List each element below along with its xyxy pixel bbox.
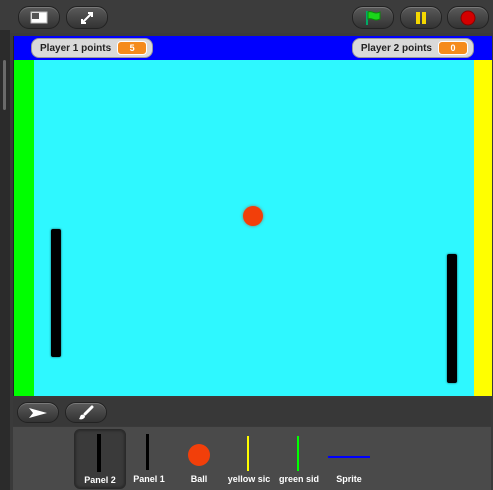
arrow-tool-icon (29, 407, 47, 418)
green-flag-icon (366, 10, 381, 25)
sprite-name: Sprite (336, 474, 362, 484)
player-2-points-watcher: Player 2 points 0 (351, 38, 474, 58)
sprite-name: yellow sic (227, 474, 271, 484)
top-wall: Player 1 points 5 Player 2 points 0 (14, 36, 492, 60)
pause-icon (416, 11, 426, 24)
ball[interactable] (243, 206, 263, 226)
sprite-name: Panel 1 (133, 474, 165, 484)
sprite-yellow-side-thumbnail (247, 436, 249, 471)
fullscreen-icon (81, 11, 93, 24)
sprite-sprite-thumbnail (328, 456, 370, 458)
presentation-mode-icon (30, 11, 48, 24)
paintbrush-icon (79, 405, 94, 419)
fullscreen-button[interactable] (66, 6, 108, 29)
green-flag-button[interactable] (352, 6, 394, 29)
green-side-wall (14, 60, 34, 396)
stage[interactable]: Player 1 points 5 Player 2 points 0 (13, 36, 492, 396)
sprite-thumb-sprite[interactable]: Sprite (324, 429, 374, 487)
sprite-thumb-green-side[interactable]: green sid (274, 429, 324, 487)
watcher-label: Player 2 points (360, 42, 432, 54)
paddle-right[interactable] (447, 254, 457, 383)
sprite-name: Panel 2 (84, 475, 116, 485)
sprite-thumb-yellow-side[interactable]: yellow sic (224, 429, 274, 487)
sprite-thumb-panel-1[interactable]: Panel 1 (124, 429, 174, 487)
select-tool-button[interactable] (17, 402, 59, 423)
sprite-thumb-panel-2[interactable]: Panel 2 (74, 429, 126, 489)
resize-grip[interactable] (3, 60, 6, 110)
watcher-value: 5 (117, 41, 148, 55)
sprite-name: green sid (278, 474, 319, 484)
stop-button[interactable] (447, 6, 489, 29)
stop-icon (460, 10, 476, 25)
player-1-points-watcher: Player 1 points 5 (31, 38, 154, 58)
watcher-value: 0 (438, 41, 468, 55)
sprite-tool-row (13, 398, 491, 426)
scratch-player: Player 1 points 5 Player 2 points 0 Pane… (0, 0, 493, 490)
sprite-thumb-ball[interactable]: Ball (174, 429, 224, 487)
presentation-mode-button[interactable] (18, 6, 60, 29)
yellow-side-wall (474, 60, 492, 396)
pause-button[interactable] (400, 6, 442, 29)
paint-tool-button[interactable] (65, 402, 107, 423)
paddle-left[interactable] (51, 229, 61, 357)
left-gutter (0, 30, 10, 490)
sprite-panel-1-thumbnail (146, 434, 149, 470)
sprite-ball-thumbnail (188, 444, 210, 466)
sprite-green-side-thumbnail (297, 436, 299, 471)
sprite-panel-2-thumbnail (97, 434, 101, 472)
sprite-name: Ball (190, 474, 208, 484)
top-toolbar (0, 0, 493, 33)
watcher-label: Player 1 points (40, 42, 112, 54)
sprite-corral: Panel 2 Panel 1 Ball yellow sic green si… (13, 427, 491, 490)
